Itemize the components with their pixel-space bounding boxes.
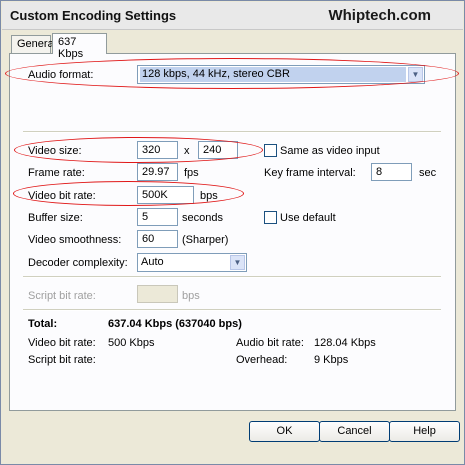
separator: [23, 276, 441, 278]
decoder-complexity-label: Decoder complexity:: [28, 257, 128, 269]
summary-audio-value: 128.04 Kbps: [314, 337, 376, 349]
summary-overhead-value: 9 Kbps: [314, 354, 349, 366]
buffer-size-input[interactable]: 5: [137, 208, 178, 226]
video-height-input[interactable]: 240: [198, 141, 238, 159]
summary-overhead-label: Overhead:: [236, 354, 288, 366]
frame-rate-input[interactable]: 29.97: [137, 163, 178, 181]
use-default-label: Use default: [280, 212, 336, 224]
chevron-down-icon[interactable]: ▼: [408, 67, 423, 82]
script-bit-rate-input: [137, 285, 178, 303]
separator: [23, 131, 441, 133]
key-frame-input[interactable]: 8: [371, 163, 412, 181]
summary-video-label: Video bit rate:: [28, 337, 96, 349]
sec-unit: sec: [419, 167, 437, 179]
video-width-input[interactable]: 320: [137, 141, 178, 159]
audio-format-select[interactable]: 128 kbps, 44 kHz, stereo CBR ▼: [137, 65, 425, 84]
tab-general[interactable]: General: [11, 35, 56, 53]
same-as-input-checkbox[interactable]: [264, 144, 277, 157]
same-as-input-label: Same as video input: [280, 145, 380, 157]
sharper-hint: (Sharper): [182, 234, 229, 246]
video-bit-rate-label: Video bit rate:: [28, 190, 96, 202]
bps-unit: bps: [200, 190, 218, 202]
total-label: Total:: [28, 318, 58, 330]
decoder-complexity-value: Auto: [141, 256, 164, 268]
total-value: 637.04 Kbps (637040 bps): [108, 318, 242, 330]
size-separator-x: x: [184, 145, 190, 157]
cancel-button[interactable]: Cancel: [319, 421, 390, 442]
summary-audio-label: Audio bit rate:: [236, 337, 304, 349]
video-smoothness-label: Video smoothness:: [28, 234, 122, 246]
window-title: Custom Encoding Settings: [10, 8, 177, 23]
summary-video-value: 500 Kbps: [108, 337, 155, 349]
video-bit-rate-input[interactable]: 500K: [137, 186, 194, 204]
audio-format-label: Audio format:: [28, 69, 94, 81]
chevron-down-icon[interactable]: ▼: [230, 255, 245, 270]
buffer-size-label: Buffer size:: [28, 212, 83, 224]
frame-rate-label: Frame rate:: [28, 167, 85, 179]
key-frame-label: Key frame interval:: [264, 167, 356, 179]
watermark-text: Whiptech.com: [328, 7, 431, 24]
seconds-unit: seconds: [182, 212, 223, 224]
fps-unit: fps: [184, 167, 199, 179]
separator: [23, 309, 441, 311]
decoder-complexity-select[interactable]: Auto ▼: [137, 253, 247, 272]
summary-script-label: Script bit rate:: [28, 354, 96, 366]
video-size-label: Video size:: [28, 145, 82, 157]
video-smoothness-input[interactable]: 60: [137, 230, 178, 248]
title-bar[interactable]: Custom Encoding Settings Whiptech.com: [2, 2, 463, 30]
use-default-checkbox[interactable]: [264, 211, 277, 224]
script-bps-unit: bps: [182, 290, 200, 302]
dialog-window: Custom Encoding Settings Whiptech.com Ge…: [0, 0, 465, 465]
help-button[interactable]: Help: [389, 421, 460, 442]
script-bit-rate-label: Script bit rate:: [28, 290, 96, 302]
tab-637-kbps[interactable]: 637 Kbps: [52, 33, 107, 60]
audio-format-value: 128 kbps, 44 kHz, stereo CBR: [140, 67, 406, 82]
ok-button[interactable]: OK: [249, 421, 320, 442]
